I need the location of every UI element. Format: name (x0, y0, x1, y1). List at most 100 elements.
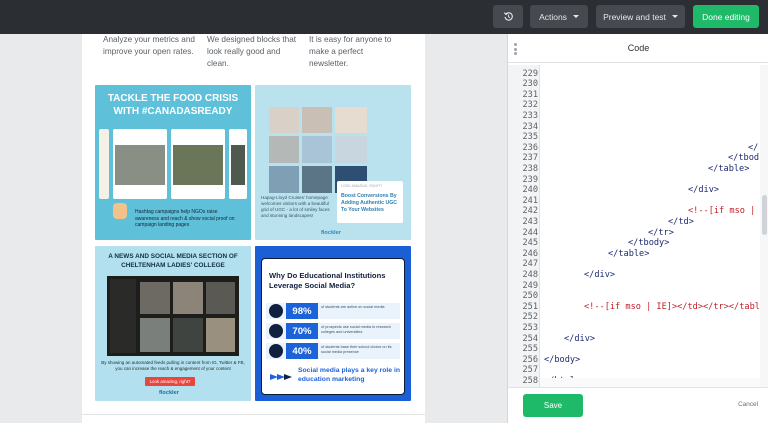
actions-label: Actions (539, 11, 567, 22)
panel-footer: Save Cancel (508, 387, 768, 423)
image-card-food-crisis[interactable]: TACKLE THE FOOD CRISIS WITH #CANADASREAD… (95, 85, 251, 240)
intro-text-3: It is easy for anyone to make a perfect … (309, 35, 392, 68)
line-number: 242 (522, 206, 538, 217)
look-amazing-button[interactable]: Look amazing, right? (145, 377, 195, 386)
line-number: 252 (522, 312, 538, 323)
line-number: 256 (522, 354, 538, 365)
callout-title: Boost Conversions By Adding Authentic UG… (341, 193, 397, 213)
line-number: 236 (522, 142, 538, 153)
line-number: 251 (522, 301, 538, 312)
code-line: </body> (544, 354, 581, 365)
line-number: 237 (522, 153, 538, 164)
image-card-education-stats[interactable]: Why Do Educational Institutions Leverage… (255, 246, 411, 401)
horizontal-scrollbar[interactable] (540, 378, 760, 387)
line-number: 258 (522, 375, 538, 386)
code-line: </tbody> (628, 238, 670, 249)
card-description: By showing an automated feeds pulling in… (101, 360, 245, 371)
code-line: </div> (584, 269, 616, 280)
tweet-strip (99, 129, 247, 199)
code-panel: Code 229 230 231 232 233 234 235 236 237 238 239 24… (507, 34, 768, 423)
line-number: 235 (522, 132, 538, 143)
actions-dropdown[interactable]: Actions (530, 5, 588, 28)
line-number: 232 (522, 100, 538, 111)
search-icon (269, 324, 283, 338)
stat-value: 70% (286, 323, 318, 339)
callout-box: LOOK AMAZING, RIGHT? Boost Conversions B… (337, 181, 403, 223)
people-icon (269, 304, 283, 318)
website-screenshot (107, 276, 239, 356)
line-number: 229 (522, 68, 538, 79)
callout-kicker: LOOK AMAZING, RIGHT? (341, 184, 383, 188)
tweet-card (229, 129, 247, 199)
preview-and-test-dropdown[interactable]: Preview and test (596, 5, 685, 28)
brand-logo: flockler (321, 230, 341, 236)
image-card-news-section[interactable]: A NEWS AND SOCIAL MEDIA SECTION OF CHELT… (95, 246, 251, 401)
card-title: TACKLE THE FOOD CRISIS WITH #CANADASREAD… (107, 93, 239, 117)
code-line: </div> (688, 185, 720, 196)
tweet-card (171, 129, 225, 199)
code-line: </ (748, 142, 759, 153)
code-editor[interactable]: 229 230 231 232 233 234 235 236 237 238 239 240 241 2… (508, 65, 768, 387)
save-button[interactable]: Save (523, 394, 583, 417)
line-number: 257 (522, 365, 538, 376)
line-number: 247 (522, 259, 538, 270)
top-toolbar: Actions Preview and test Done editing (0, 0, 768, 34)
email-preview[interactable]: Analyze your metrics and improve your op… (82, 34, 425, 423)
cancel-button[interactable]: Cancel (718, 398, 758, 412)
line-number: 248 (522, 269, 538, 280)
code-line: <!--[if mso | IE]></td></tr></tabl (584, 301, 760, 312)
image-card-ugc-grid[interactable]: Hapag-Lloyd Cruises' homepage welcomes v… (255, 85, 411, 240)
code-line: </div> (564, 333, 596, 344)
infographic: Why Do Educational Institutions Leverage… (261, 258, 405, 395)
history-icon (503, 12, 513, 21)
panel-header: Code (508, 34, 768, 63)
line-number: 246 (522, 248, 538, 259)
brand-logo: flockler (159, 390, 179, 396)
done-editing-button[interactable]: Done editing (693, 5, 759, 28)
code-line: </table> (608, 248, 650, 259)
intro-text-2: We designed blocks that look really good… (207, 35, 297, 68)
panel-title: Code (627, 43, 650, 53)
arrow-icon (270, 374, 292, 380)
done-label: Done editing (702, 11, 750, 22)
canvas-area: Analyze your metrics and improve your op… (0, 34, 507, 423)
stat-row: 70% of prospects use social media to res… (266, 323, 400, 339)
infographic-footer-text: Social media plays a key role in educati… (298, 367, 401, 383)
code-line: </td> (668, 216, 694, 227)
line-number: 231 (522, 89, 538, 100)
tweet-card (99, 129, 109, 199)
line-number: 245 (522, 238, 538, 249)
stat-row: 98% of students are active on social med… (266, 303, 400, 319)
scrollbar-thumb[interactable] (762, 195, 767, 235)
stat-value: 40% (286, 343, 318, 359)
stat-description: of students are active on social media (321, 305, 385, 309)
hand-illustration (113, 203, 127, 219)
preview-label: Preview and test (603, 11, 666, 22)
chevron-down-icon (572, 15, 579, 18)
line-number: 243 (522, 216, 538, 227)
code-line: </tbod (728, 153, 760, 164)
stat-value: 98% (286, 303, 318, 319)
line-number: 244 (522, 227, 538, 238)
code-line: <!--[if mso | (688, 206, 756, 217)
line-number: 253 (522, 322, 538, 333)
vertical-scrollbar[interactable] (760, 65, 768, 387)
line-number: 254 (522, 333, 538, 344)
line-number: 240 (522, 185, 538, 196)
code-line: </tr> (648, 227, 674, 238)
line-number: 249 (522, 280, 538, 291)
line-number: 239 (522, 174, 538, 185)
line-number: 250 (522, 291, 538, 302)
history-button[interactable] (493, 5, 523, 28)
card-description: Hapag-Lloyd Cruises' homepage welcomes v… (261, 195, 330, 218)
intro-text-1: Analyze your metrics and improve your op… (103, 35, 195, 56)
card-title: A NEWS AND SOCIAL MEDIA SECTION OF CHELT… (108, 253, 238, 269)
infographic-footer: Social media plays a key role in educati… (268, 367, 401, 387)
line-number: 234 (522, 121, 538, 132)
chat-icon (269, 344, 283, 358)
tweet-card (113, 129, 167, 199)
line-number: 238 (522, 163, 538, 174)
line-number-gutter: 229 230 231 232 233 234 235 236 237 238 239 240 241 2… (508, 65, 540, 387)
code-line: </table> (708, 163, 750, 174)
line-number: 255 (522, 344, 538, 355)
